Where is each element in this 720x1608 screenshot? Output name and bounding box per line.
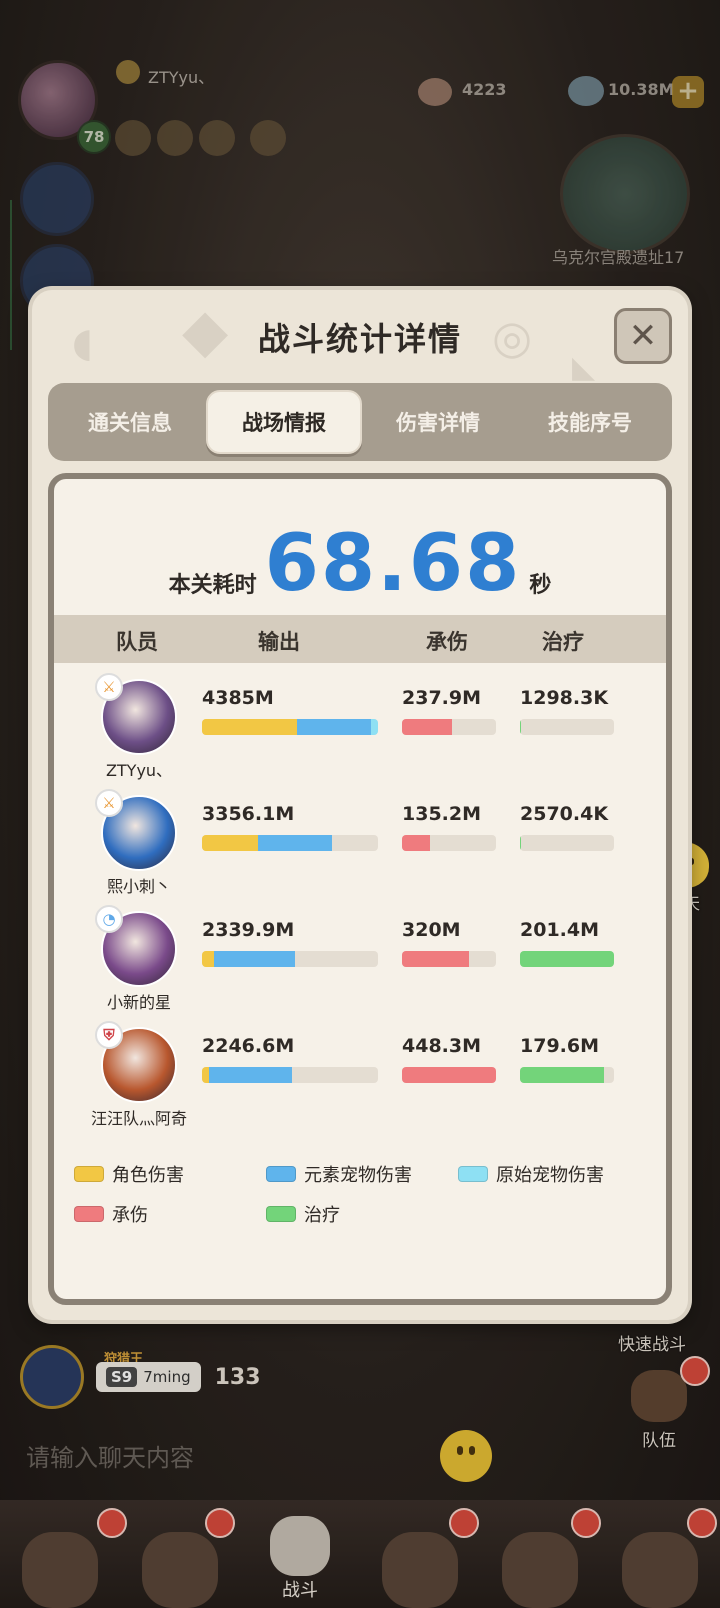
tank-value: 320M xyxy=(402,919,461,941)
legend-tank: 承伤 xyxy=(74,1201,148,1227)
tank-bar xyxy=(402,1067,496,1083)
heal-value: 179.6M xyxy=(520,1035,600,1057)
legend-label: 承伤 xyxy=(112,1205,148,1226)
heal-seg xyxy=(520,835,521,851)
heal-value: 2570.4K xyxy=(520,803,609,825)
heal-bar xyxy=(520,835,614,851)
role-damage-seg xyxy=(202,951,215,967)
clear-time-unit: 秒 xyxy=(529,573,552,598)
member-row: ⚔ 熙小刺丶 3356.1M 135.2M 2570.4K xyxy=(54,785,666,903)
origin-pet-damage-seg xyxy=(370,719,378,735)
legend-swatch xyxy=(458,1166,488,1182)
member-avatar[interactable]: ⚔ xyxy=(95,789,177,871)
sword-class-icon: ⚔ xyxy=(95,673,123,701)
tank-bar xyxy=(402,951,496,967)
output-bar xyxy=(202,835,378,851)
element-pet-damage-seg xyxy=(214,951,296,967)
legend-origin-pet-damage: 原始宠物伤害 xyxy=(458,1161,604,1187)
element-pet-damage-seg xyxy=(209,1067,292,1083)
tank-bar xyxy=(402,835,496,851)
member-row: ◔ 小新的星 2339.9M 320M 201.4M xyxy=(54,901,666,1019)
tab-skill-order[interactable]: 技能序号 xyxy=(514,390,666,454)
clear-time-value: 68.68 xyxy=(264,519,522,609)
member-row: ⚔ ZTYyu、 4385M 237.9M 1298.3K xyxy=(54,669,666,787)
heal-seg xyxy=(520,951,614,967)
tank-seg xyxy=(402,835,431,851)
role-damage-seg xyxy=(202,719,298,735)
close-button[interactable]: ✕ xyxy=(614,308,672,364)
tab-damage-details[interactable]: 伤害详情 xyxy=(362,390,514,454)
table-header: 队员 输出 承伤 治疗 xyxy=(54,615,666,663)
heal-bar xyxy=(520,719,614,735)
member-avatar[interactable]: ⛨ xyxy=(95,1021,177,1103)
legend-swatch xyxy=(74,1166,104,1182)
legend-label: 角色伤害 xyxy=(112,1165,184,1186)
heal-value: 201.4M xyxy=(520,919,600,941)
output-bar xyxy=(202,1067,378,1083)
heal-seg xyxy=(520,1067,604,1083)
tab-bar: 通关信息 战场情报 伤害详情 技能序号 xyxy=(48,383,672,461)
member-row: ⛨ 汪汪队灬阿奇 2246.6M 448.3M 179.6M xyxy=(54,1017,666,1135)
legend-swatch xyxy=(266,1206,296,1222)
legend-swatch xyxy=(74,1206,104,1222)
member-name: ZTYyu、 xyxy=(105,761,173,780)
heal-value: 1298.3K xyxy=(520,687,609,709)
heal-seg xyxy=(520,719,521,735)
clear-time: 本关耗时 68.68 秒 xyxy=(54,513,666,603)
legend-role-damage: 角色伤害 xyxy=(74,1161,184,1187)
output-bar xyxy=(202,719,378,735)
legend-element-pet-damage: 元素宠物伤害 xyxy=(266,1161,412,1187)
output-value: 2339.9M xyxy=(202,919,295,941)
legend-label: 元素宠物伤害 xyxy=(304,1165,412,1186)
output-value: 4385M xyxy=(202,687,274,709)
element-pet-damage-seg xyxy=(258,835,333,851)
shield-class-icon: ⛨ xyxy=(95,1021,123,1049)
tank-value: 448.3M xyxy=(402,1035,482,1057)
role-damage-seg xyxy=(202,835,259,851)
output-value: 2246.6M xyxy=(202,1035,295,1057)
legend-label: 治疗 xyxy=(304,1205,340,1226)
heal-bar xyxy=(520,1067,614,1083)
column-output: 输出 xyxy=(258,630,300,654)
member-name: 小新的星 xyxy=(106,993,171,1012)
legend-label: 原始宠物伤害 xyxy=(496,1165,604,1186)
column-member: 队员 xyxy=(116,630,158,654)
column-tank: 承伤 xyxy=(426,630,468,654)
output-value: 3356.1M xyxy=(202,803,295,825)
member-cell: ◔ 小新的星 xyxy=(84,905,194,1013)
stats-panel: 本关耗时 68.68 秒 队员 输出 承伤 治疗 ⚔ ZTYyu、 4385M xyxy=(48,473,672,1305)
member-name: 熙小刺丶 xyxy=(106,877,171,896)
legend-swatch xyxy=(266,1166,296,1182)
heal-bar xyxy=(520,951,614,967)
tank-seg xyxy=(402,1067,496,1083)
member-avatar[interactable]: ⚔ xyxy=(95,673,177,755)
member-cell: ⚔ ZTYyu、 xyxy=(84,673,194,781)
tab-clear-info[interactable]: 通关信息 xyxy=(54,390,206,454)
member-cell: ⚔ 熙小刺丶 xyxy=(84,789,194,897)
battle-stats-modal: ◖ ◆ ◎ ◣ 战斗统计详情 ✕ 通关信息 战场情报 伤害详情 技能序号 本关耗… xyxy=(32,290,688,1320)
clear-time-label: 本关耗时 xyxy=(168,573,257,598)
close-icon: ✕ xyxy=(628,316,658,356)
tank-bar xyxy=(402,719,496,735)
modal-title: 战斗统计详情 xyxy=(257,320,462,358)
member-avatar[interactable]: ◔ xyxy=(95,905,177,987)
legend-heal: 治疗 xyxy=(266,1201,340,1227)
tank-seg xyxy=(402,719,452,735)
tank-value: 237.9M xyxy=(402,687,482,709)
tank-value: 135.2M xyxy=(402,803,482,825)
element-class-icon: ◔ xyxy=(95,905,123,933)
sword-class-icon: ⚔ xyxy=(95,789,123,817)
tank-seg xyxy=(402,951,469,967)
role-damage-seg xyxy=(202,1067,210,1083)
output-bar xyxy=(202,951,378,967)
column-heal: 治疗 xyxy=(542,630,584,654)
element-pet-damage-seg xyxy=(297,719,371,735)
member-name: 汪汪队灬阿奇 xyxy=(90,1109,187,1128)
tab-battle-intel[interactable]: 战场情报 xyxy=(206,390,362,454)
member-cell: ⛨ 汪汪队灬阿奇 xyxy=(84,1021,194,1129)
